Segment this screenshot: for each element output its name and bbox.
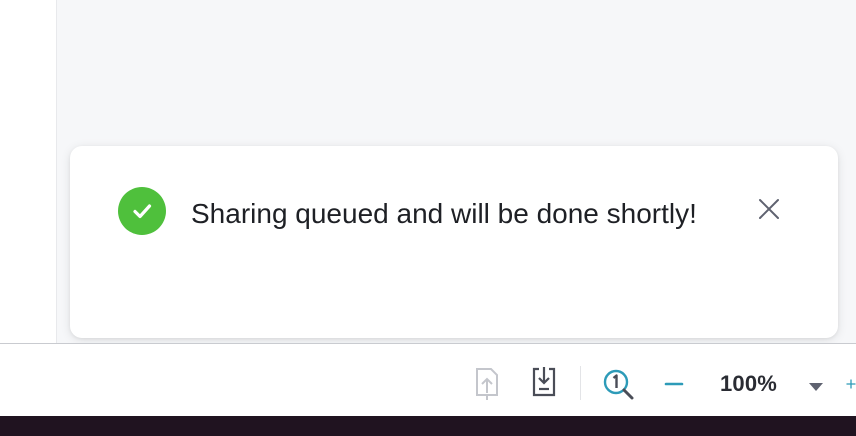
- zoom-actual-size-button[interactable]: [600, 366, 636, 402]
- zoom-in-button[interactable]: [846, 372, 856, 396]
- bottom-toolbar: 100%: [0, 343, 856, 417]
- caret-down-icon: [809, 383, 823, 391]
- minus-icon: [664, 382, 684, 386]
- close-icon: [759, 199, 779, 219]
- toolbar-divider: [580, 366, 581, 400]
- toast-message: Sharing queued and will be done shortly!: [191, 198, 697, 229]
- download-icon: [532, 367, 556, 397]
- download-button[interactable]: [529, 364, 559, 402]
- check-circle-icon: [118, 187, 166, 235]
- zoom-one-to-one-icon: [603, 369, 634, 400]
- zoom-out-button[interactable]: [662, 372, 686, 396]
- close-button[interactable]: [754, 194, 784, 224]
- toast-notification: Sharing queued and will be done shortly!: [70, 146, 838, 338]
- upload-button[interactable]: [472, 364, 502, 402]
- plus-icon: [846, 379, 856, 389]
- zoom-dropdown-button[interactable]: [808, 379, 824, 397]
- left-sidebar: [0, 0, 57, 343]
- taskbar-strip: [0, 416, 856, 436]
- upload-disabled-icon: [476, 368, 498, 400]
- zoom-level[interactable]: 100%: [720, 371, 777, 397]
